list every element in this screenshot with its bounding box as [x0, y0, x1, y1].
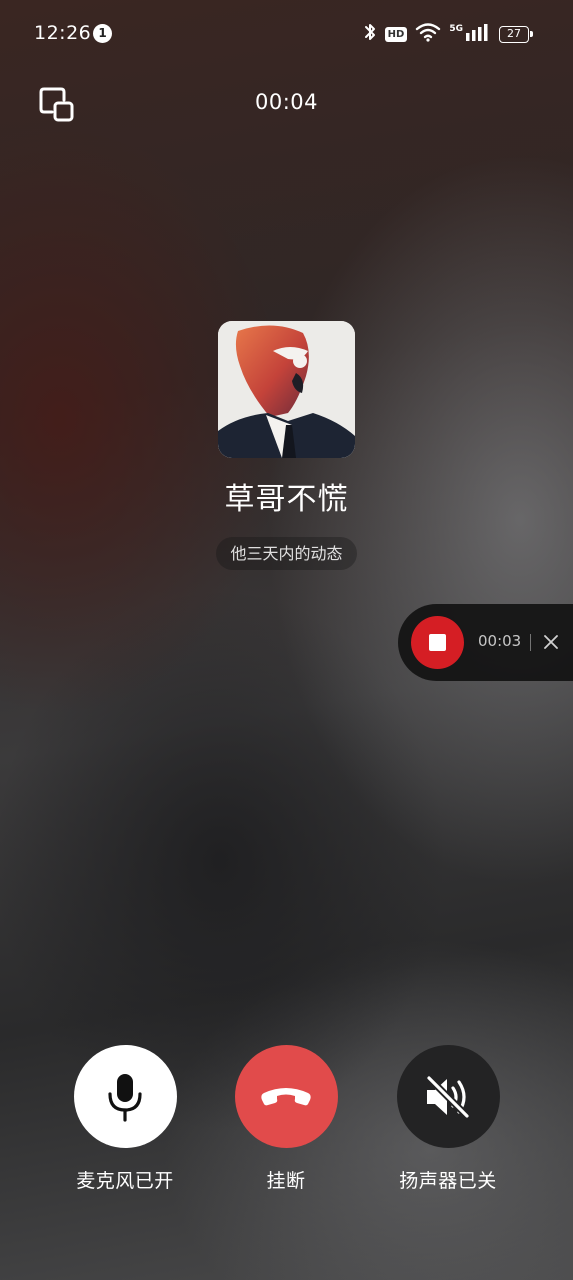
bluetooth-icon — [363, 22, 377, 46]
recent-moments-chip[interactable]: 他三天内的动态 — [216, 537, 357, 570]
wifi-icon — [415, 22, 441, 46]
contact-name: 草哥不慌 — [224, 482, 349, 517]
speaker-toggle-button[interactable] — [396, 1045, 500, 1148]
speaker-label: 扬声器已关 — [399, 1170, 497, 1192]
notification-badge: 1 — [93, 24, 112, 43]
status-bar: 12:26 1 HD 5G 27 — [0, 0, 573, 68]
signal-icon — [465, 22, 491, 46]
speaker-control: 扬声器已关 — [373, 1045, 523, 1193]
hangup-button[interactable] — [234, 1045, 338, 1148]
mic-toggle-button[interactable] — [73, 1045, 177, 1148]
status-time: 12:26 — [34, 22, 92, 44]
stop-record-button[interactable] — [411, 616, 464, 669]
hangup-label: 挂断 — [266, 1170, 306, 1192]
mic-control: 麦克风已开 — [50, 1045, 200, 1193]
close-icon — [540, 635, 562, 657]
recording-divider — [530, 634, 531, 651]
status-icons: HD 5G 27 — [363, 22, 533, 46]
recording-duration: 00:03 — [478, 632, 522, 650]
contact-avatar[interactable] — [218, 321, 355, 458]
call-duration: 00:04 — [254, 90, 319, 114]
close-recording-button[interactable] — [540, 631, 562, 653]
hd-voice-badge: HD — [384, 26, 408, 42]
hangup-control: 挂断 — [211, 1045, 361, 1193]
battery-indicator: 27 — [499, 25, 533, 43]
network-type-label: 5G — [449, 24, 463, 34]
screen-recording-widget: 00:03 — [398, 604, 573, 681]
mic-label: 麦克风已开 — [76, 1170, 174, 1192]
voice-call-screen: 12:26 1 HD 5G 27 00:04 草哥不慌 他三天内的动态 00:0… — [0, 0, 573, 1280]
